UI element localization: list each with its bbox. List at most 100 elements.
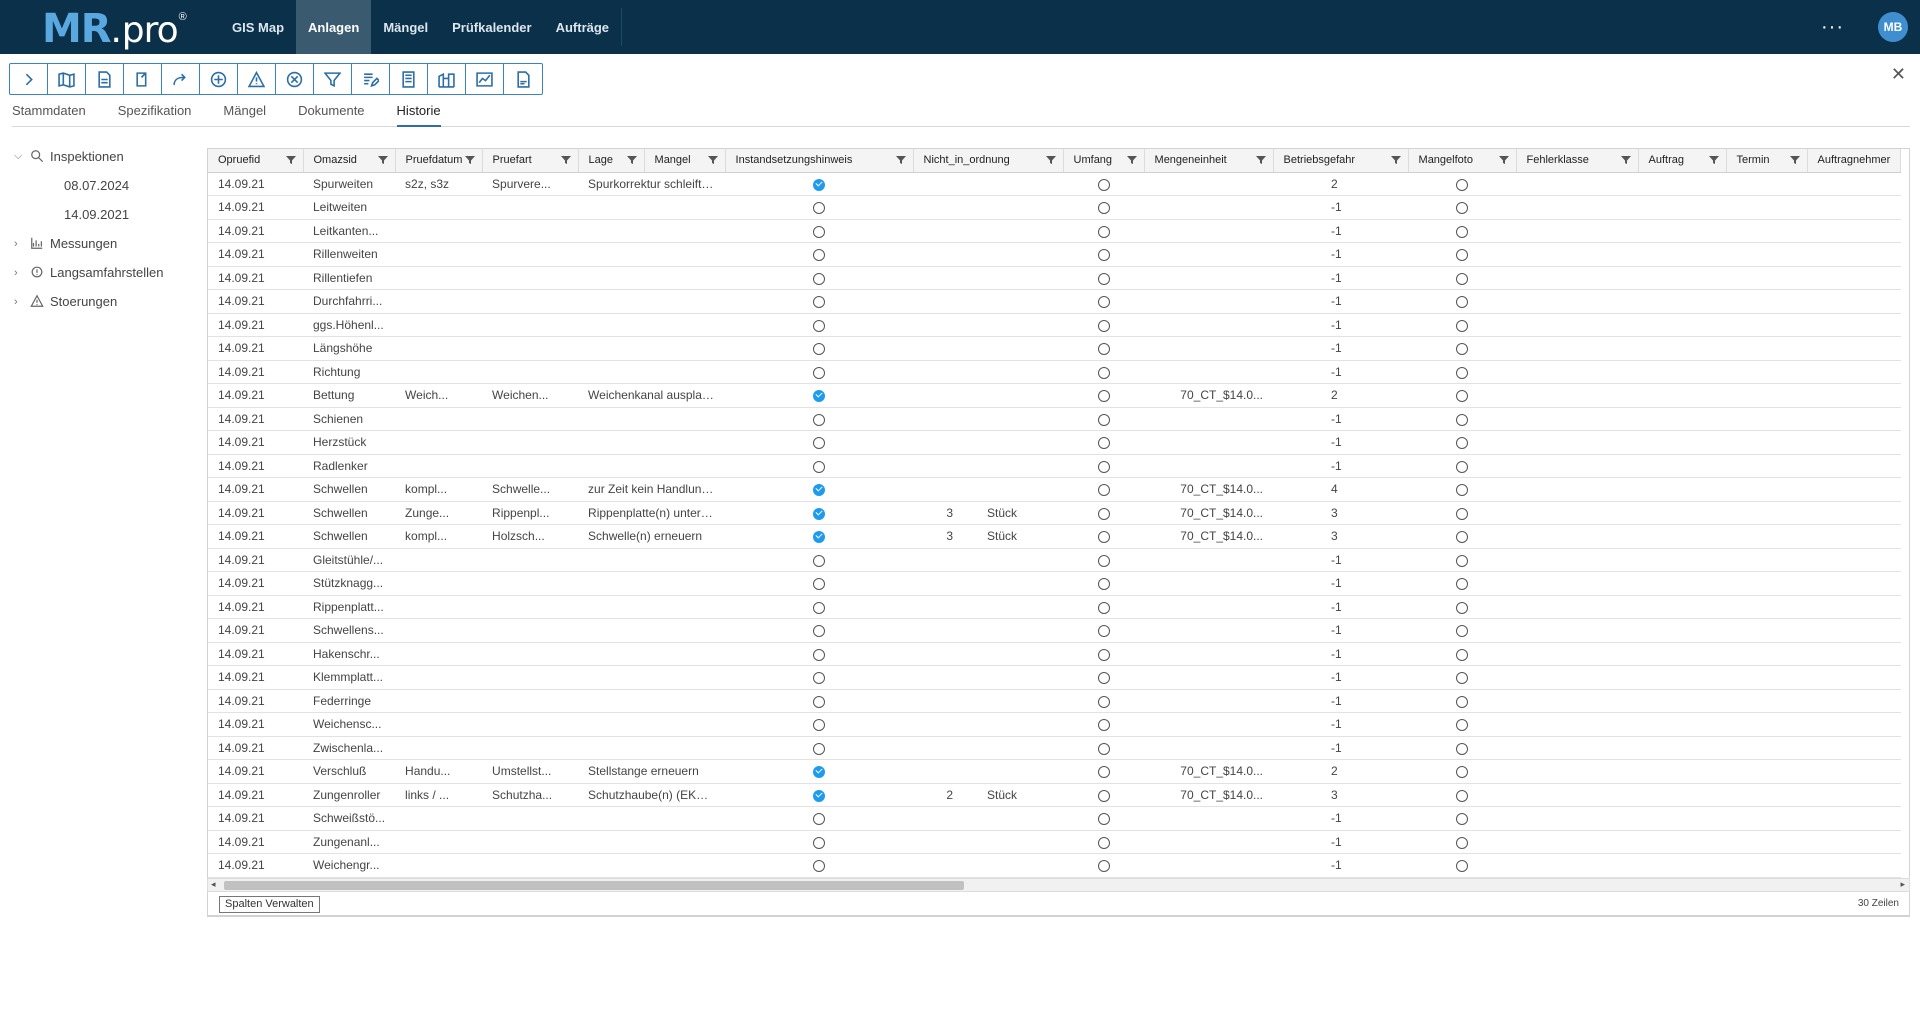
filter-icon[interactable] xyxy=(285,155,296,165)
table-row[interactable]: 14.09.21 Leitkanten... -1 xyxy=(208,219,1901,243)
column-header[interactable]: Nicht_in_ordnung xyxy=(913,149,1064,173)
unchecked-radio-icon[interactable] xyxy=(1097,437,1110,450)
unchecked-radio-icon[interactable] xyxy=(1456,202,1469,215)
unchecked-radio-icon[interactable] xyxy=(1097,202,1110,215)
filter-icon[interactable] xyxy=(314,64,352,94)
unchecked-radio-icon[interactable] xyxy=(1097,225,1110,238)
expand-icon[interactable] xyxy=(10,64,48,94)
close-icon[interactable]: ✕ xyxy=(1891,64,1906,85)
manage-columns-button[interactable]: Spalten Verwalten xyxy=(219,896,320,913)
column-header[interactable]: Opruefid xyxy=(208,149,304,173)
unchecked-radio-icon[interactable] xyxy=(813,296,826,309)
table-row[interactable]: 14.09.21 Durchfahrri... -1 xyxy=(208,289,1901,314)
report-icon[interactable] xyxy=(390,64,428,94)
unchecked-radio-icon[interactable] xyxy=(813,225,826,238)
unchecked-radio-icon[interactable] xyxy=(813,366,826,379)
column-header[interactable]: Mangel xyxy=(644,149,726,173)
filter-icon[interactable] xyxy=(1498,155,1509,165)
unchecked-radio-icon[interactable] xyxy=(1456,319,1469,332)
unchecked-radio-icon[interactable] xyxy=(1097,554,1110,567)
unchecked-radio-icon[interactable] xyxy=(1456,413,1469,426)
column-header[interactable]: Mangelfoto xyxy=(1408,149,1517,173)
unchecked-radio-icon[interactable] xyxy=(1097,601,1110,614)
unchecked-radio-icon[interactable] xyxy=(1456,296,1469,309)
unchecked-radio-icon[interactable] xyxy=(1456,719,1469,732)
unchecked-radio-icon[interactable] xyxy=(1456,272,1469,285)
unchecked-radio-icon[interactable] xyxy=(1097,178,1110,191)
unchecked-radio-icon[interactable] xyxy=(1456,484,1469,497)
unchecked-radio-icon[interactable] xyxy=(813,202,826,215)
unchecked-radio-icon[interactable] xyxy=(1456,648,1469,661)
unchecked-radio-icon[interactable] xyxy=(813,695,826,708)
tree-item-date[interactable]: 08.07.2024 xyxy=(14,171,204,200)
unchecked-radio-icon[interactable] xyxy=(813,648,826,661)
tab-dokumente[interactable]: Dokumente xyxy=(298,103,364,127)
column-header[interactable]: Lage xyxy=(578,149,645,173)
table-row[interactable]: 14.09.21 Klemmplatt... -1 xyxy=(208,665,1901,690)
checked-radio-icon[interactable] xyxy=(813,390,826,403)
filter-icon[interactable] xyxy=(1126,155,1137,165)
column-header[interactable]: Auftrag xyxy=(1638,149,1727,173)
tree-node-inspektionen[interactable]: ⌵ Inspektionen xyxy=(14,142,204,171)
unchecked-radio-icon[interactable] xyxy=(1097,507,1110,520)
nav-item[interactable]: Prüfkalender xyxy=(440,0,543,54)
table-row[interactable]: 14.09.21 Schweißstö... -1 xyxy=(208,806,1901,831)
unchecked-radio-icon[interactable] xyxy=(1456,578,1469,591)
redo-icon[interactable] xyxy=(162,64,200,94)
unchecked-radio-icon[interactable] xyxy=(1097,272,1110,285)
user-avatar[interactable]: MB xyxy=(1878,12,1908,42)
unchecked-radio-icon[interactable] xyxy=(813,836,826,849)
filter-icon[interactable] xyxy=(707,155,718,165)
unchecked-radio-icon[interactable] xyxy=(1456,742,1469,755)
unchecked-radio-icon[interactable] xyxy=(1456,813,1469,826)
warning-icon[interactable] xyxy=(238,64,276,94)
tab-stammdaten[interactable]: Stammdaten xyxy=(12,103,86,127)
table-row[interactable]: 14.09.21 Gleitstühle/... -1 xyxy=(208,548,1901,572)
checked-radio-icon[interactable] xyxy=(813,178,826,191)
more-menu-icon[interactable]: ··· xyxy=(1821,16,1844,39)
edit-list-icon[interactable] xyxy=(352,64,390,94)
column-header[interactable]: Auftragnehmer xyxy=(1807,149,1902,173)
unchecked-radio-icon[interactable] xyxy=(1456,695,1469,708)
scroll-left-icon[interactable]: ◂ xyxy=(211,879,216,890)
table-row[interactable]: 14.09.21 Herzstück -1 xyxy=(208,430,1901,455)
pdf-icon[interactable] xyxy=(504,64,542,94)
unchecked-radio-icon[interactable] xyxy=(1456,531,1469,544)
table-row[interactable]: 14.09.21 Weichensc... -1 xyxy=(208,712,1901,737)
unchecked-radio-icon[interactable] xyxy=(1456,460,1469,473)
table-row[interactable]: 14.09.21 Radlenker -1 xyxy=(208,454,1901,478)
unchecked-radio-icon[interactable] xyxy=(1456,766,1469,779)
filter-icon[interactable] xyxy=(1390,155,1401,165)
unchecked-radio-icon[interactable] xyxy=(1097,531,1110,544)
chevron-right-icon[interactable]: › xyxy=(14,238,30,250)
table-row[interactable]: 14.09.21 Hakenschr... -1 xyxy=(208,642,1901,666)
nav-item[interactable]: Mängel xyxy=(371,0,440,54)
table-row[interactable]: 14.09.21 Stützknagg... -1 xyxy=(208,571,1901,596)
unchecked-radio-icon[interactable] xyxy=(1097,789,1110,802)
unchecked-radio-icon[interactable] xyxy=(813,813,826,826)
table-row[interactable]: 14.09.21 Schwellen Zunge... Rippenpl... Ripp… xyxy=(208,501,1901,525)
unchecked-radio-icon[interactable] xyxy=(813,343,826,356)
unchecked-radio-icon[interactable] xyxy=(1097,296,1110,309)
unchecked-radio-icon[interactable] xyxy=(1097,484,1110,497)
unchecked-radio-icon[interactable] xyxy=(1097,390,1110,403)
document-icon[interactable] xyxy=(86,64,124,94)
unchecked-radio-icon[interactable] xyxy=(813,272,826,285)
unchecked-radio-icon[interactable] xyxy=(1097,719,1110,732)
tab-mängel[interactable]: Mängel xyxy=(223,103,266,127)
table-row[interactable]: 14.09.21 Schwellen kompl... Holzsch... Schwe… xyxy=(208,524,1901,549)
unchecked-radio-icon[interactable] xyxy=(1097,860,1110,873)
checked-radio-icon[interactable] xyxy=(813,531,826,544)
table-row[interactable]: 14.09.21 Spurweiten s2z, s3z Spurvere... Spu… xyxy=(208,172,1901,196)
unchecked-radio-icon[interactable] xyxy=(1456,343,1469,356)
tree-node-messungen[interactable]: › Messungen xyxy=(14,229,204,258)
filter-icon[interactable] xyxy=(1045,155,1056,165)
unchecked-radio-icon[interactable] xyxy=(813,554,826,567)
filter-icon[interactable] xyxy=(1789,155,1800,165)
chart-icon[interactable] xyxy=(466,64,504,94)
tree-node-langsamfahrstellen[interactable]: › Langsamfahrstellen xyxy=(14,258,204,287)
filter-icon[interactable] xyxy=(1620,155,1631,165)
table-row[interactable]: 14.09.21 Federringe -1 xyxy=(208,689,1901,713)
unchecked-radio-icon[interactable] xyxy=(813,625,826,638)
table-row[interactable]: 14.09.21 Zungenroller links / ... Schutzha.… xyxy=(208,783,1901,807)
